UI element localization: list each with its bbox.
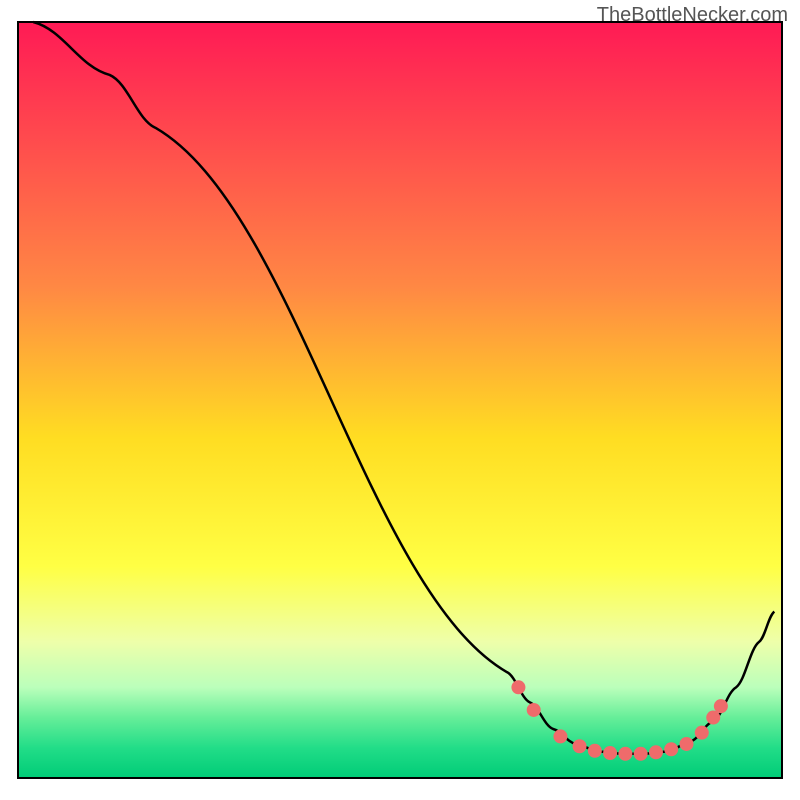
data-marker bbox=[603, 746, 617, 760]
data-marker bbox=[649, 745, 663, 759]
data-marker bbox=[618, 747, 632, 761]
watermark-text: TheBottleNecker.com bbox=[597, 4, 788, 27]
data-marker bbox=[511, 680, 525, 694]
data-marker bbox=[634, 747, 648, 761]
data-marker bbox=[527, 703, 541, 717]
data-marker bbox=[664, 742, 678, 756]
data-marker bbox=[553, 729, 567, 743]
data-marker bbox=[573, 739, 587, 753]
chart-container: TheBottleNecker.com bbox=[0, 0, 800, 800]
gradient-background bbox=[18, 22, 782, 778]
data-marker bbox=[714, 699, 728, 713]
data-marker bbox=[695, 726, 709, 740]
chart-svg bbox=[0, 0, 800, 800]
data-marker bbox=[588, 744, 602, 758]
data-marker bbox=[680, 737, 694, 751]
